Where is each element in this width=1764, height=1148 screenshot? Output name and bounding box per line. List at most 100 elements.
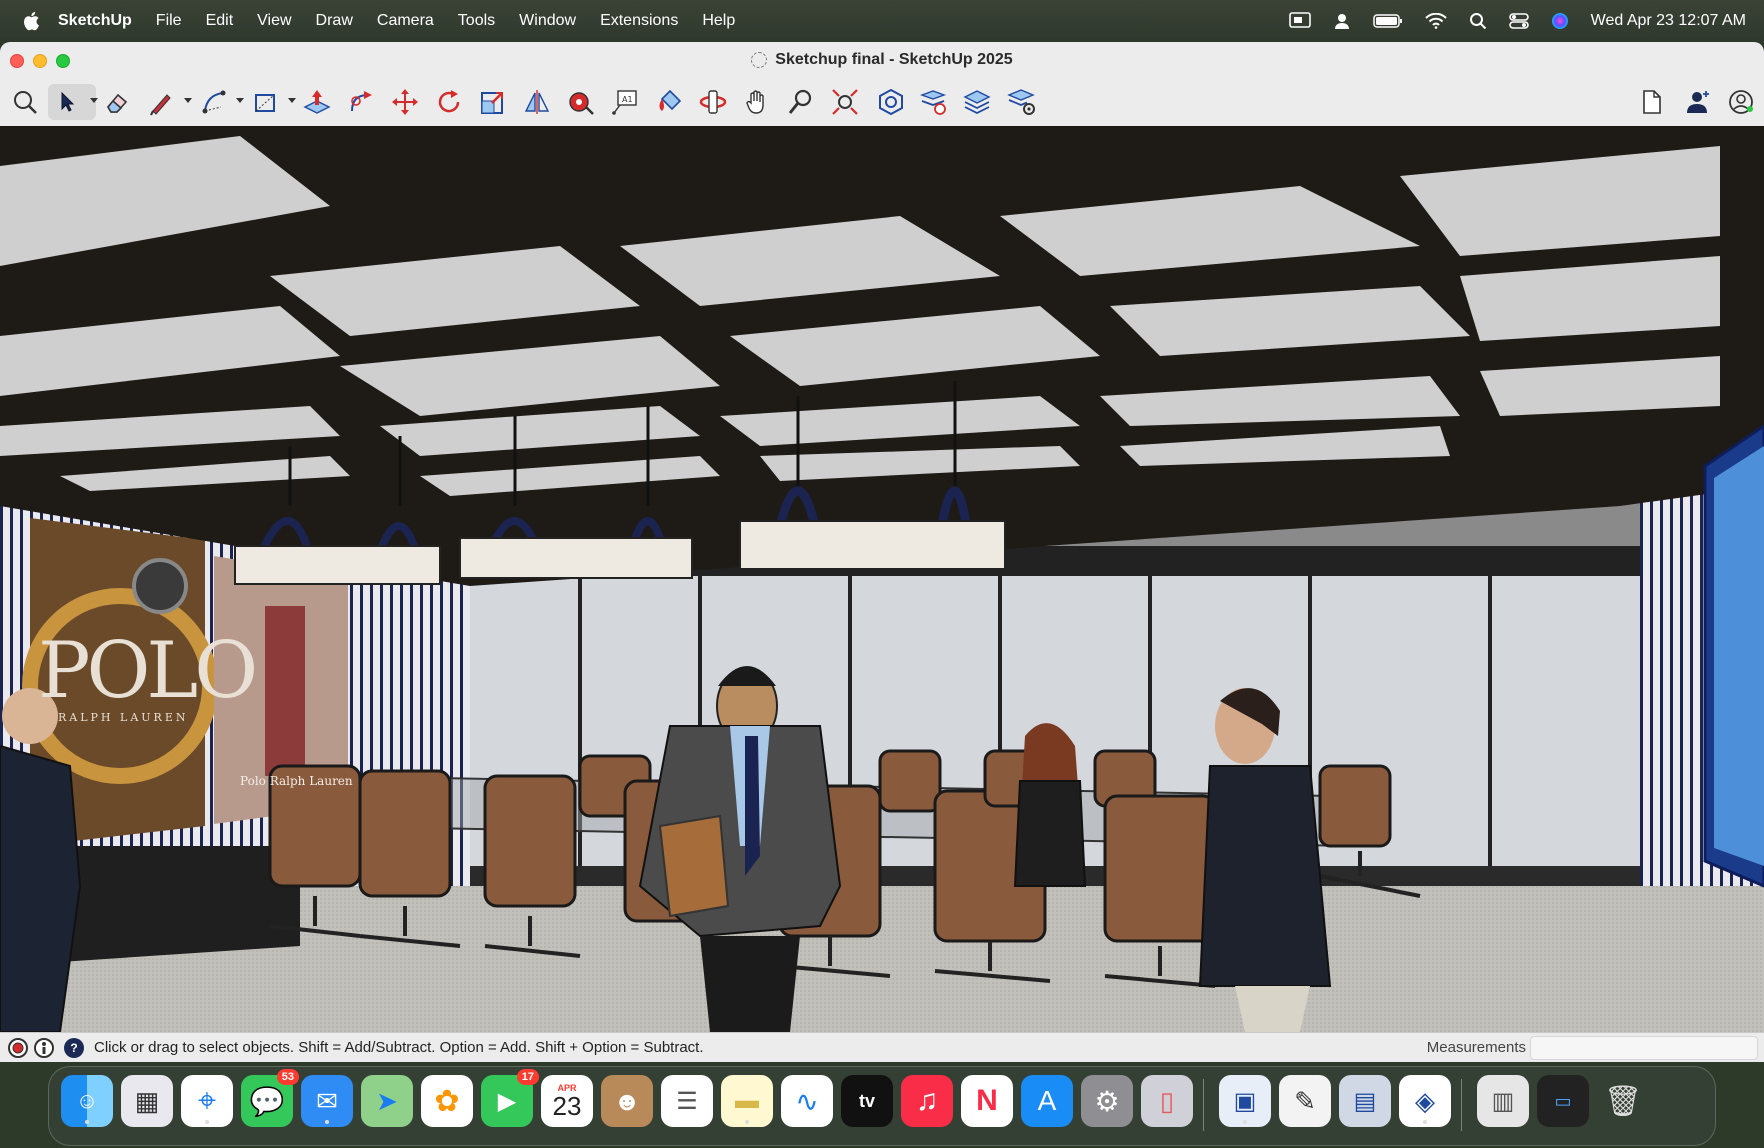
- menu-tools[interactable]: Tools: [458, 12, 495, 30]
- 3d-warehouse-tool-button[interactable]: [872, 84, 910, 120]
- calendar-day: 23: [552, 1091, 582, 1121]
- help-icon[interactable]: ?: [64, 1037, 84, 1058]
- dock-calendar-icon[interactable]: APR 23: [541, 1075, 593, 1127]
- text-tool-button[interactable]: A1: [606, 84, 644, 120]
- warehouse-icon: [879, 88, 903, 116]
- account-button[interactable]: [1722, 84, 1760, 120]
- credits-icon[interactable]: [34, 1037, 54, 1058]
- menu-view[interactable]: View: [257, 12, 291, 30]
- dock-mail-icon[interactable]: ✉: [301, 1075, 353, 1127]
- tape-measure-icon: [569, 92, 594, 115]
- orbit-tool-button[interactable]: [694, 84, 732, 120]
- eraser-tool-button[interactable]: [98, 84, 136, 120]
- hand-icon: [746, 90, 764, 114]
- siri-icon[interactable]: [1551, 12, 1569, 30]
- dock-photos-icon[interactable]: ✿: [421, 1075, 473, 1127]
- dock-trash-icon[interactable]: 🗑: [1597, 1075, 1649, 1127]
- poster-right-text: Polo Ralph Lauren: [240, 774, 353, 788]
- paint-bucket-tool-button[interactable]: [650, 84, 688, 120]
- flip-tool-button[interactable]: [518, 84, 556, 120]
- move-icon: [392, 89, 418, 115]
- user-icon[interactable]: [1333, 12, 1351, 30]
- dock-safari-icon[interactable]: ⌖: [181, 1075, 233, 1127]
- extension-warehouse-tool-button[interactable]: [914, 84, 952, 120]
- scale-tool-button[interactable]: [474, 84, 512, 120]
- geo-location-icon[interactable]: [8, 1037, 28, 1058]
- rotate-tool-button[interactable]: [430, 84, 468, 120]
- menu-clock[interactable]: Wed Apr 23 12:07 AM: [1591, 12, 1746, 30]
- paint-bucket-icon: [659, 89, 682, 111]
- dock-freeform-icon[interactable]: ∿: [781, 1075, 833, 1127]
- rectangle-icon: [255, 94, 275, 112]
- conference-room-scene: [0, 126, 1764, 1032]
- rotate-icon: [438, 90, 460, 113]
- poster-left-subtitle: RALPH LAUREN: [58, 711, 189, 724]
- dock-contacts-icon[interactable]: ☻: [601, 1075, 653, 1127]
- dock-news-icon[interactable]: N: [961, 1075, 1013, 1127]
- menu-help[interactable]: Help: [702, 12, 735, 30]
- dock-finder-icon[interactable]: ☺: [61, 1075, 113, 1127]
- zoom-tool-button[interactable]: [782, 84, 820, 120]
- rectangle-tool-button[interactable]: [248, 84, 296, 120]
- dock-sketchup-icon[interactable]: ◈: [1399, 1075, 1451, 1127]
- menu-camera[interactable]: Camera: [377, 12, 434, 30]
- dock-maps-icon[interactable]: ➤: [361, 1075, 413, 1127]
- svg-text:A1: A1: [622, 95, 633, 104]
- dock-app-store-icon[interactable]: A: [1021, 1075, 1073, 1127]
- extension-warehouse-icon: [919, 90, 947, 115]
- facetime-badge: 17: [516, 1069, 539, 1085]
- wifi-icon[interactable]: [1424, 13, 1447, 29]
- dock-facetime-icon[interactable]: ▶ 17: [481, 1069, 539, 1127]
- sketchup-window: Sketchup final - SketchUp 2025 A1 POLO R…: [0, 42, 1764, 1062]
- dock-launchpad-icon[interactable]: ▦: [121, 1075, 173, 1127]
- new-document-button[interactable]: [1632, 84, 1670, 120]
- dock-sketchup-layout-icon[interactable]: ▣: [1219, 1075, 1271, 1127]
- zoom-extents-tool-button[interactable]: [826, 84, 864, 120]
- account-icon: [1729, 90, 1753, 114]
- apple-icon[interactable]: [22, 10, 42, 32]
- move-tool-button[interactable]: [386, 84, 424, 120]
- dock-iphone-mirroring-icon[interactable]: ▯: [1141, 1075, 1193, 1127]
- dock-downloads-icon[interactable]: ▥: [1477, 1075, 1529, 1127]
- menu-window[interactable]: Window: [519, 12, 576, 30]
- messages-badge: 53: [276, 1069, 299, 1085]
- layers-settings-tool-button[interactable]: [1002, 84, 1040, 120]
- menu-draw[interactable]: Draw: [316, 12, 353, 30]
- tape-measure-tool-button[interactable]: [562, 84, 600, 120]
- control-center-icon[interactable]: [1508, 12, 1529, 30]
- menu-extensions[interactable]: Extensions: [600, 12, 678, 30]
- menu-app-name[interactable]: SketchUp: [58, 12, 132, 30]
- pan-tool-button[interactable]: [738, 84, 776, 120]
- dock-system-settings-icon[interactable]: ⚙: [1081, 1075, 1133, 1127]
- measurements-input[interactable]: [1530, 1036, 1758, 1060]
- pencil-icon: [150, 94, 171, 116]
- dock-tv-icon[interactable]: tv: [841, 1075, 893, 1127]
- layers-tool-button[interactable]: [958, 84, 996, 120]
- dock-textedit-icon[interactable]: ✎: [1279, 1075, 1331, 1127]
- spotlight-search-icon[interactable]: [1469, 12, 1487, 30]
- flip-icon: [524, 90, 550, 114]
- arc-tool-button[interactable]: [196, 84, 244, 120]
- follow-me-tool-button[interactable]: [342, 84, 380, 120]
- model-viewport[interactable]: POLO RALPH LAUREN Polo Ralph Lauren: [0, 126, 1764, 1032]
- menu-edit[interactable]: Edit: [206, 12, 234, 30]
- main-toolbar: A1: [0, 78, 1764, 126]
- dock: ☺ ▦ ⌖ 💬 53 ✉ ➤ ✿ ▶ 17 APR 23 ☻ ☰ ▬ ∿ tv ♫ …: [48, 1066, 1716, 1146]
- search-tool-button[interactable]: [6, 84, 44, 120]
- dock-preview-icon[interactable]: ▤: [1339, 1075, 1391, 1127]
- status-bar: ? Click or drag to select objects. Shift…: [0, 1032, 1764, 1062]
- menu-file[interactable]: File: [156, 12, 182, 30]
- dock-music-icon[interactable]: ♫: [901, 1075, 953, 1127]
- battery-icon[interactable]: [1372, 13, 1403, 29]
- dock-reminders-icon[interactable]: ☰: [661, 1075, 713, 1127]
- dock-recent-window-icon[interactable]: ▭: [1537, 1075, 1589, 1127]
- tv-label: tv: [858, 1090, 875, 1111]
- dock-messages-icon[interactable]: 💬 53: [241, 1069, 299, 1127]
- add-user-button[interactable]: [1680, 84, 1718, 120]
- dock-notes-icon[interactable]: ▬: [721, 1075, 773, 1127]
- line-tool-button[interactable]: [144, 84, 192, 120]
- select-tool-button[interactable]: [48, 84, 98, 120]
- magnifier-icon: [788, 89, 812, 114]
- push-pull-tool-button[interactable]: [298, 84, 336, 120]
- screen-mirroring-icon[interactable]: [1288, 12, 1311, 30]
